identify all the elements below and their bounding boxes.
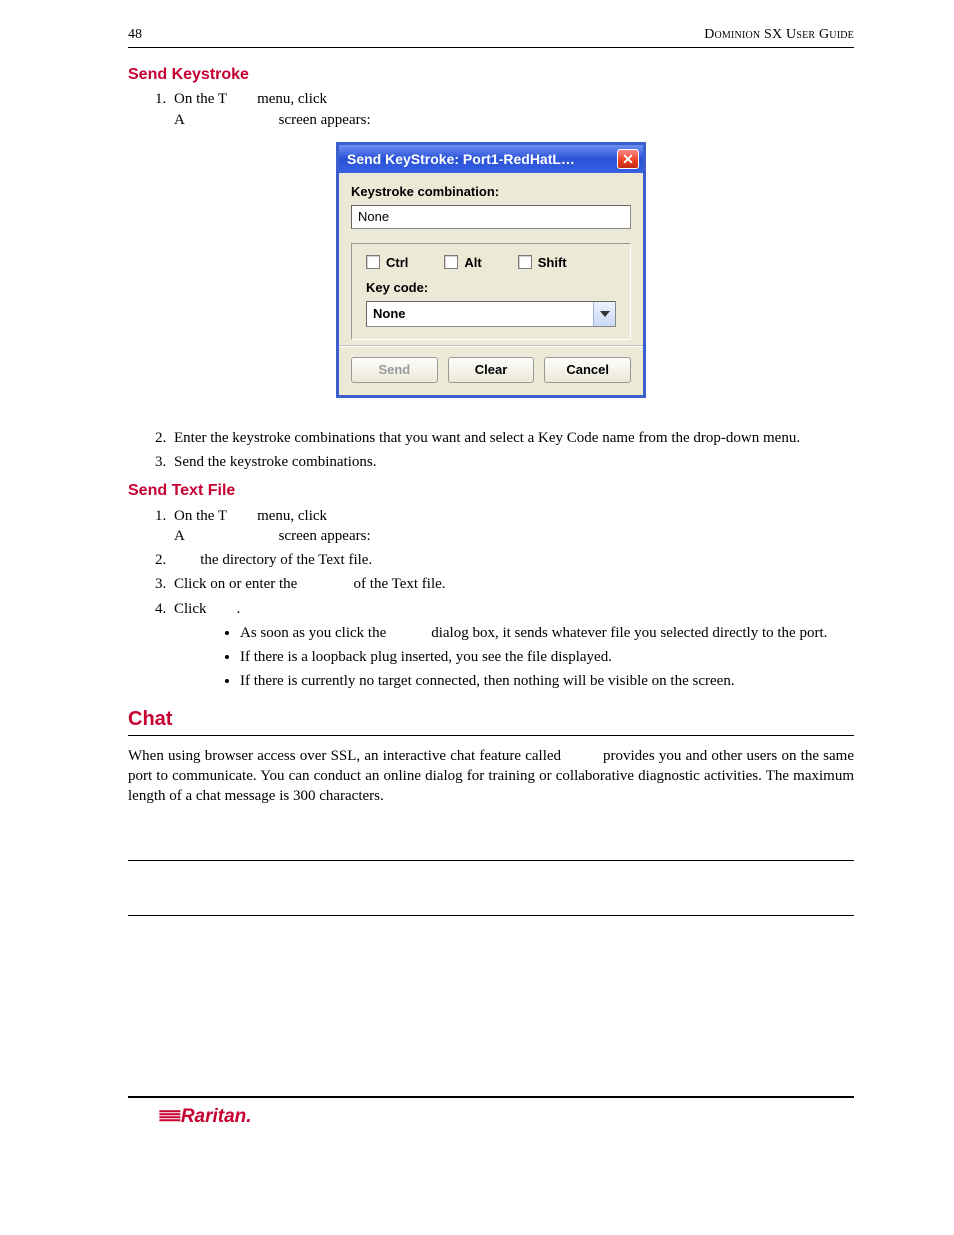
shift-checkbox[interactable]: Shift <box>518 254 567 272</box>
modifier-panel: Ctrl Alt Shift Key code: None <box>351 243 631 340</box>
keycode-dropdown[interactable]: None <box>366 301 616 327</box>
bullet-item: If there is currently no target connecte… <box>240 671 854 691</box>
divider <box>128 915 854 916</box>
checkbox-icon <box>444 255 458 269</box>
modifier-row: Ctrl Alt Shift <box>366 254 616 272</box>
checkbox-icon <box>366 255 380 269</box>
send-keystroke-steps: On the T menu, click A screen appears: <box>128 89 854 130</box>
heading-send-text-file: Send Text File <box>128 480 854 502</box>
page-header: 48 Dominion SX User Guide <box>128 26 854 48</box>
bullet-item: As soon as you click the dialog box, it … <box>240 623 854 643</box>
step-item: Enter the keystroke combinations that yo… <box>170 428 854 448</box>
bullet-item: If there is a loopback plug inserted, yo… <box>240 647 854 667</box>
dialog-titlebar: Send KeyStroke: Port1-RedHatL… ✕ <box>339 145 643 173</box>
send-text-file-steps: On the T menu, click A screen appears: t… <box>128 506 854 692</box>
brand-text: Raritan. <box>181 1104 252 1130</box>
send-button[interactable]: Send <box>351 357 438 383</box>
heading-send-keystroke: Send Keystroke <box>128 64 854 86</box>
raritan-logo: ≣≣ Raritan. <box>158 1104 252 1130</box>
checkbox-icon <box>518 255 532 269</box>
logo-icon: ≣≣ <box>158 1106 179 1128</box>
send-keystroke-steps-cont: Enter the keystroke combinations that yo… <box>128 428 854 473</box>
dialog-button-row: Send Clear Cancel <box>339 346 643 395</box>
heading-chat: Chat <box>128 706 854 736</box>
ctrl-checkbox[interactable]: Ctrl <box>366 254 408 272</box>
close-icon: ✕ <box>622 152 634 166</box>
keycode-label: Key code: <box>366 279 616 297</box>
dialog-figure: Send KeyStroke: Port1-RedHatL… ✕ Keystro… <box>128 142 854 398</box>
keycode-value: None <box>367 302 593 326</box>
divider <box>128 860 854 861</box>
send-text-file-bullets: As soon as you click the dialog box, it … <box>174 623 854 692</box>
keystroke-combo-input[interactable]: None <box>351 205 631 229</box>
clear-button[interactable]: Clear <box>448 357 535 383</box>
chat-paragraph: When using browser access over SSL, an i… <box>128 746 854 807</box>
doc-title: Dominion SX User Guide <box>704 26 854 45</box>
page-footer: ≣≣ Raritan. <box>128 1096 854 1130</box>
keystroke-combo-label: Keystroke combination: <box>351 183 631 201</box>
send-keystroke-dialog: Send KeyStroke: Port1-RedHatL… ✕ Keystro… <box>336 142 646 398</box>
step-item: On the T menu, click A screen appears: <box>170 89 854 130</box>
close-button[interactable]: ✕ <box>617 149 639 169</box>
dialog-body: Keystroke combination: None Ctrl Alt Shi… <box>339 173 643 346</box>
cancel-button[interactable]: Cancel <box>544 357 631 383</box>
chevron-down-icon <box>600 311 610 317</box>
alt-checkbox[interactable]: Alt <box>444 254 481 272</box>
dropdown-button[interactable] <box>593 302 615 326</box>
step-item: the directory of the Text file. <box>170 550 854 570</box>
step-item: On the T menu, click A screen appears: <box>170 506 854 547</box>
page-number: 48 <box>128 26 142 45</box>
step-item: Click on or enter the of the Text file. <box>170 574 854 594</box>
step-item: Send the keystroke combinations. <box>170 452 854 472</box>
dialog-title: Send KeyStroke: Port1-RedHatL… <box>347 150 575 169</box>
step-item: Click . As soon as you click the dialog … <box>170 599 854 692</box>
